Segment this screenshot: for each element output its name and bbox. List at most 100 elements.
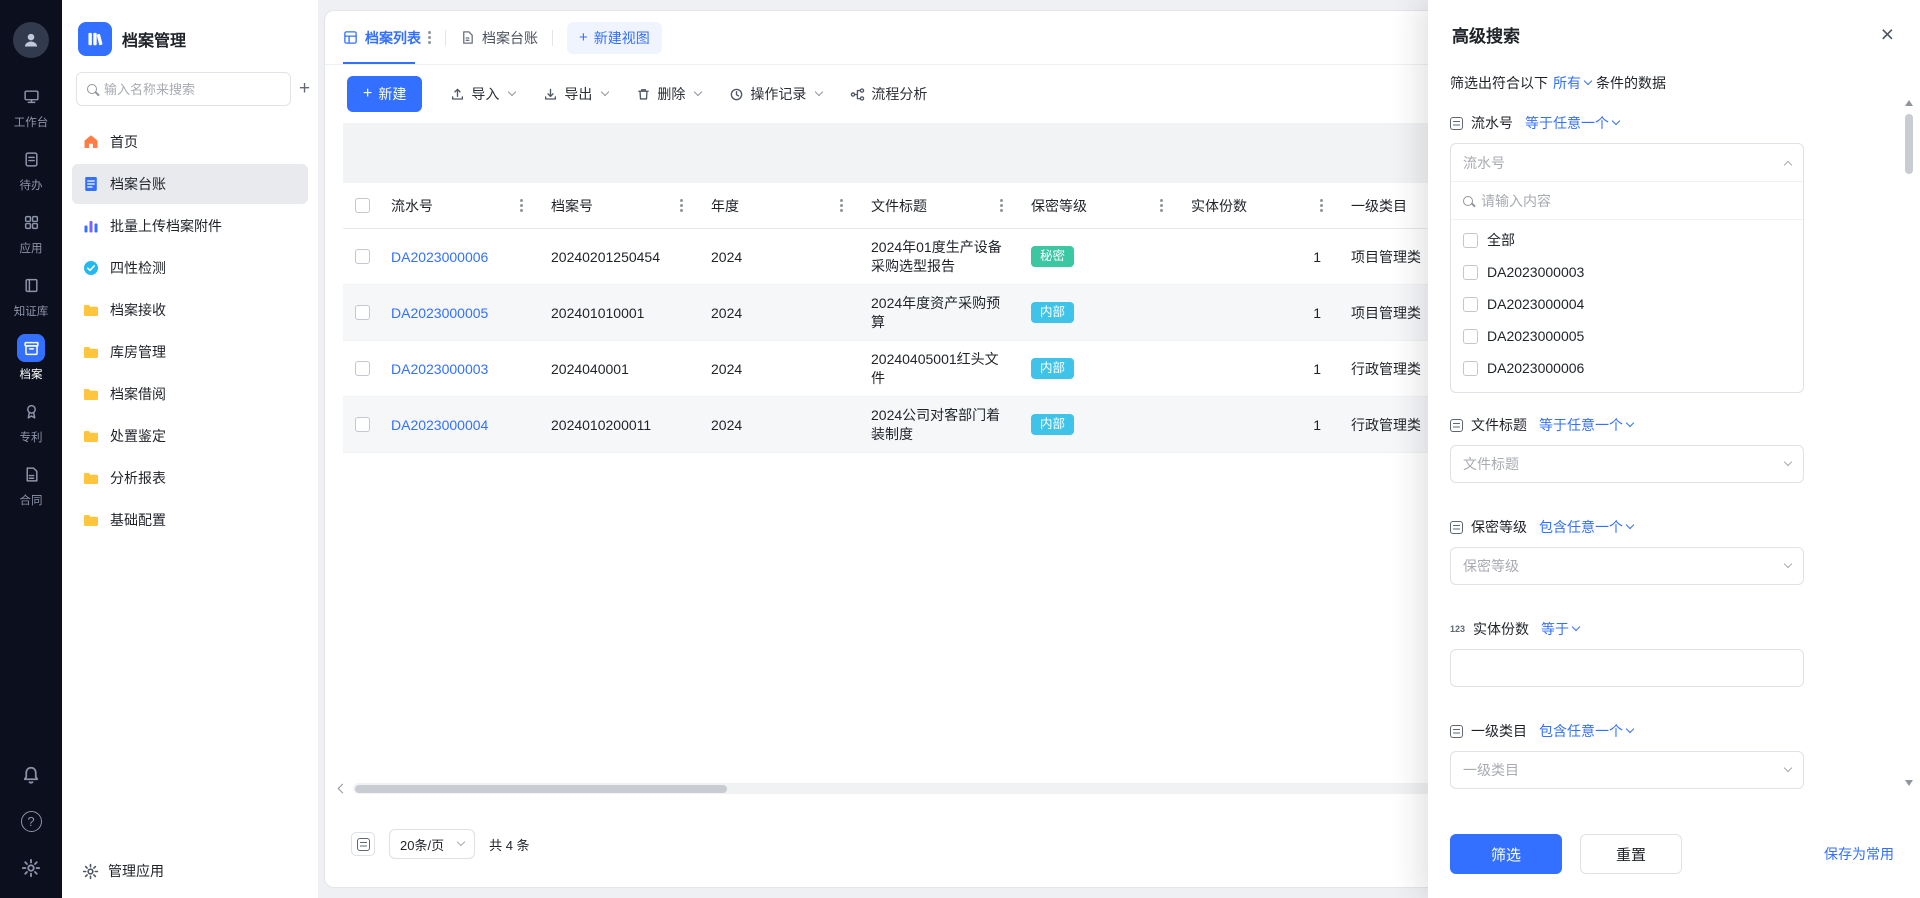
operator-dropdown[interactable]: 包含任意一个 xyxy=(1539,517,1635,537)
page-size-select[interactable]: 20条/页 xyxy=(389,829,476,859)
option-checkbox[interactable] xyxy=(1463,264,1478,280)
column-menu-icon[interactable] xyxy=(1000,204,1003,207)
option-checkbox[interactable] xyxy=(1463,328,1478,344)
export-button[interactable]: 导出 xyxy=(543,84,610,104)
option-list: 全部 DA2023000003 DA2023000004 DA202300000… xyxy=(1451,220,1803,392)
serial-link[interactable]: DA2023000006 xyxy=(391,249,488,265)
serial-link[interactable]: DA2023000005 xyxy=(391,305,488,321)
rail-item-patent[interactable]: 专利 xyxy=(17,397,45,445)
rail-item-todo[interactable]: 待办 xyxy=(17,145,45,193)
scroll-left-icon[interactable] xyxy=(337,783,348,794)
document-icon xyxy=(463,31,473,44)
flow-analysis-button[interactable]: 流程分析 xyxy=(850,84,927,104)
title-cell: 2024年01度生产设备采购选型报告 xyxy=(871,238,1002,274)
page-settings-button[interactable] xyxy=(351,832,375,856)
filter-button[interactable]: 筛选 xyxy=(1450,834,1562,874)
row-checkbox[interactable] xyxy=(354,417,370,432)
column-menu-icon[interactable] xyxy=(840,204,843,207)
rail-item-label: 工作台 xyxy=(13,117,49,129)
scrollbar-thumb[interactable] xyxy=(355,784,727,793)
rail-item-workbench[interactable]: 工作台 xyxy=(13,82,49,130)
save-as-favorite-link[interactable]: 保存为常用 xyxy=(1824,844,1894,864)
new-view-button[interactable]: 新建视图 xyxy=(567,21,662,54)
option-item[interactable]: DA2023000006 xyxy=(1451,352,1803,384)
tab-archive-list[interactable]: 档案列表 xyxy=(343,11,431,64)
option-checkbox[interactable] xyxy=(1463,296,1478,312)
help-icon[interactable] xyxy=(20,811,42,832)
condition-mode-dropdown[interactable]: 所有 xyxy=(1553,73,1593,93)
tag-field-icon xyxy=(1450,724,1463,738)
column-menu-icon[interactable] xyxy=(680,204,683,207)
column-menu-icon[interactable] xyxy=(1160,204,1163,207)
copies-input[interactable] xyxy=(1450,649,1804,687)
year-cell: 2024 xyxy=(711,360,743,377)
chevron-down-icon xyxy=(815,87,824,97)
sidebar-item-warehouse[interactable]: 库房管理 xyxy=(72,332,308,372)
year-cell: 2024 xyxy=(711,248,743,265)
row-checkbox[interactable] xyxy=(354,249,370,264)
filter-group-category: 一级类目 包含任意一个 一级类目 xyxy=(1450,721,1828,789)
sidebar-item-four-check[interactable]: 四性检测 xyxy=(72,248,308,288)
close-icon[interactable] xyxy=(1881,23,1894,46)
option-checkbox[interactable] xyxy=(1463,232,1478,248)
sidebar-item-disposal[interactable]: 处置鉴定 xyxy=(72,416,308,456)
option-item[interactable]: DA2023000003 xyxy=(1451,256,1803,288)
sidebar-search-input[interactable] xyxy=(104,81,280,97)
scroll-down-icon[interactable] xyxy=(1905,780,1913,786)
sidebar-item-batch-upload[interactable]: 批量上传档案附件 xyxy=(72,206,308,246)
operation-log-button[interactable]: 操作记录 xyxy=(729,84,824,104)
sidebar-item-archive-receive[interactable]: 档案接收 xyxy=(72,290,308,330)
plus-icon[interactable] xyxy=(299,78,310,100)
copies-cell: 1 xyxy=(1313,416,1321,433)
serial-link[interactable]: DA2023000003 xyxy=(391,361,488,377)
import-button[interactable]: 导入 xyxy=(450,84,517,104)
check-circle-icon xyxy=(82,259,100,277)
secrecy-select[interactable]: 保密等级 xyxy=(1450,547,1804,585)
sidebar-item-reports[interactable]: 分析报表 xyxy=(72,458,308,498)
sidebar-item-borrow[interactable]: 档案借阅 xyxy=(72,374,308,414)
title-select[interactable]: 文件标题 xyxy=(1450,445,1804,483)
select-all-checkbox[interactable] xyxy=(354,198,370,213)
avatar[interactable] xyxy=(13,22,49,58)
rail-item-archive[interactable]: 档案 xyxy=(17,334,45,382)
option-item[interactable]: 全部 xyxy=(1451,224,1803,256)
tab-archive-ledger[interactable]: 档案台账 xyxy=(460,11,538,64)
operator-dropdown[interactable]: 等于任意一个 xyxy=(1525,113,1621,133)
column-menu-icon[interactable] xyxy=(520,204,523,207)
option-search-input[interactable] xyxy=(1481,192,1791,209)
operator-dropdown[interactable]: 等于任意一个 xyxy=(1539,415,1635,435)
rail-item-apps[interactable]: 应用 xyxy=(17,208,45,256)
rail-item-knowledge[interactable]: 知证库 xyxy=(14,271,48,319)
scroll-up-icon[interactable] xyxy=(1905,100,1913,106)
option-checkbox[interactable] xyxy=(1463,360,1478,376)
secrecy-badge: 内部 xyxy=(1031,414,1075,435)
operator-dropdown[interactable]: 等于 xyxy=(1541,619,1581,639)
scrollbar-thumb[interactable] xyxy=(1905,114,1913,174)
horizontal-scrollbar[interactable] xyxy=(353,783,1443,794)
drawer-scrollbar[interactable] xyxy=(1904,100,1914,786)
multiselect-input[interactable]: 流水号 xyxy=(1451,144,1803,182)
option-item[interactable]: DA2023000004 xyxy=(1451,288,1803,320)
tab-label: 档案台账 xyxy=(482,29,538,46)
row-checkbox[interactable] xyxy=(354,361,370,376)
option-item[interactable]: DA2023000005 xyxy=(1451,320,1803,352)
category-select[interactable]: 一级类目 xyxy=(1450,751,1804,789)
operator-dropdown[interactable]: 包含任意一个 xyxy=(1539,721,1635,741)
sidebar-item-archive-ledger[interactable]: 档案台账 xyxy=(72,164,308,204)
reset-button[interactable]: 重置 xyxy=(1580,834,1682,874)
manage-app-label: 管理应用 xyxy=(108,863,164,879)
manage-app-button[interactable]: 管理应用 xyxy=(62,844,318,898)
row-checkbox[interactable] xyxy=(354,305,370,320)
bell-icon[interactable] xyxy=(21,765,41,785)
sidebar-item-base-config[interactable]: 基础配置 xyxy=(72,500,308,540)
create-button[interactable]: 新建 xyxy=(347,76,423,112)
gear-icon[interactable] xyxy=(21,858,41,878)
column-menu-icon[interactable] xyxy=(1320,204,1323,207)
chevron-down-icon xyxy=(1783,559,1793,569)
delete-button[interactable]: 删除 xyxy=(636,84,703,104)
rail-item-contract[interactable]: 合同 xyxy=(17,460,45,508)
sidebar-item-home[interactable]: 首页 xyxy=(72,122,308,162)
tab-menu-icon[interactable] xyxy=(428,36,431,39)
sidebar-search[interactable] xyxy=(76,72,291,106)
serial-link[interactable]: DA2023000004 xyxy=(391,417,488,433)
